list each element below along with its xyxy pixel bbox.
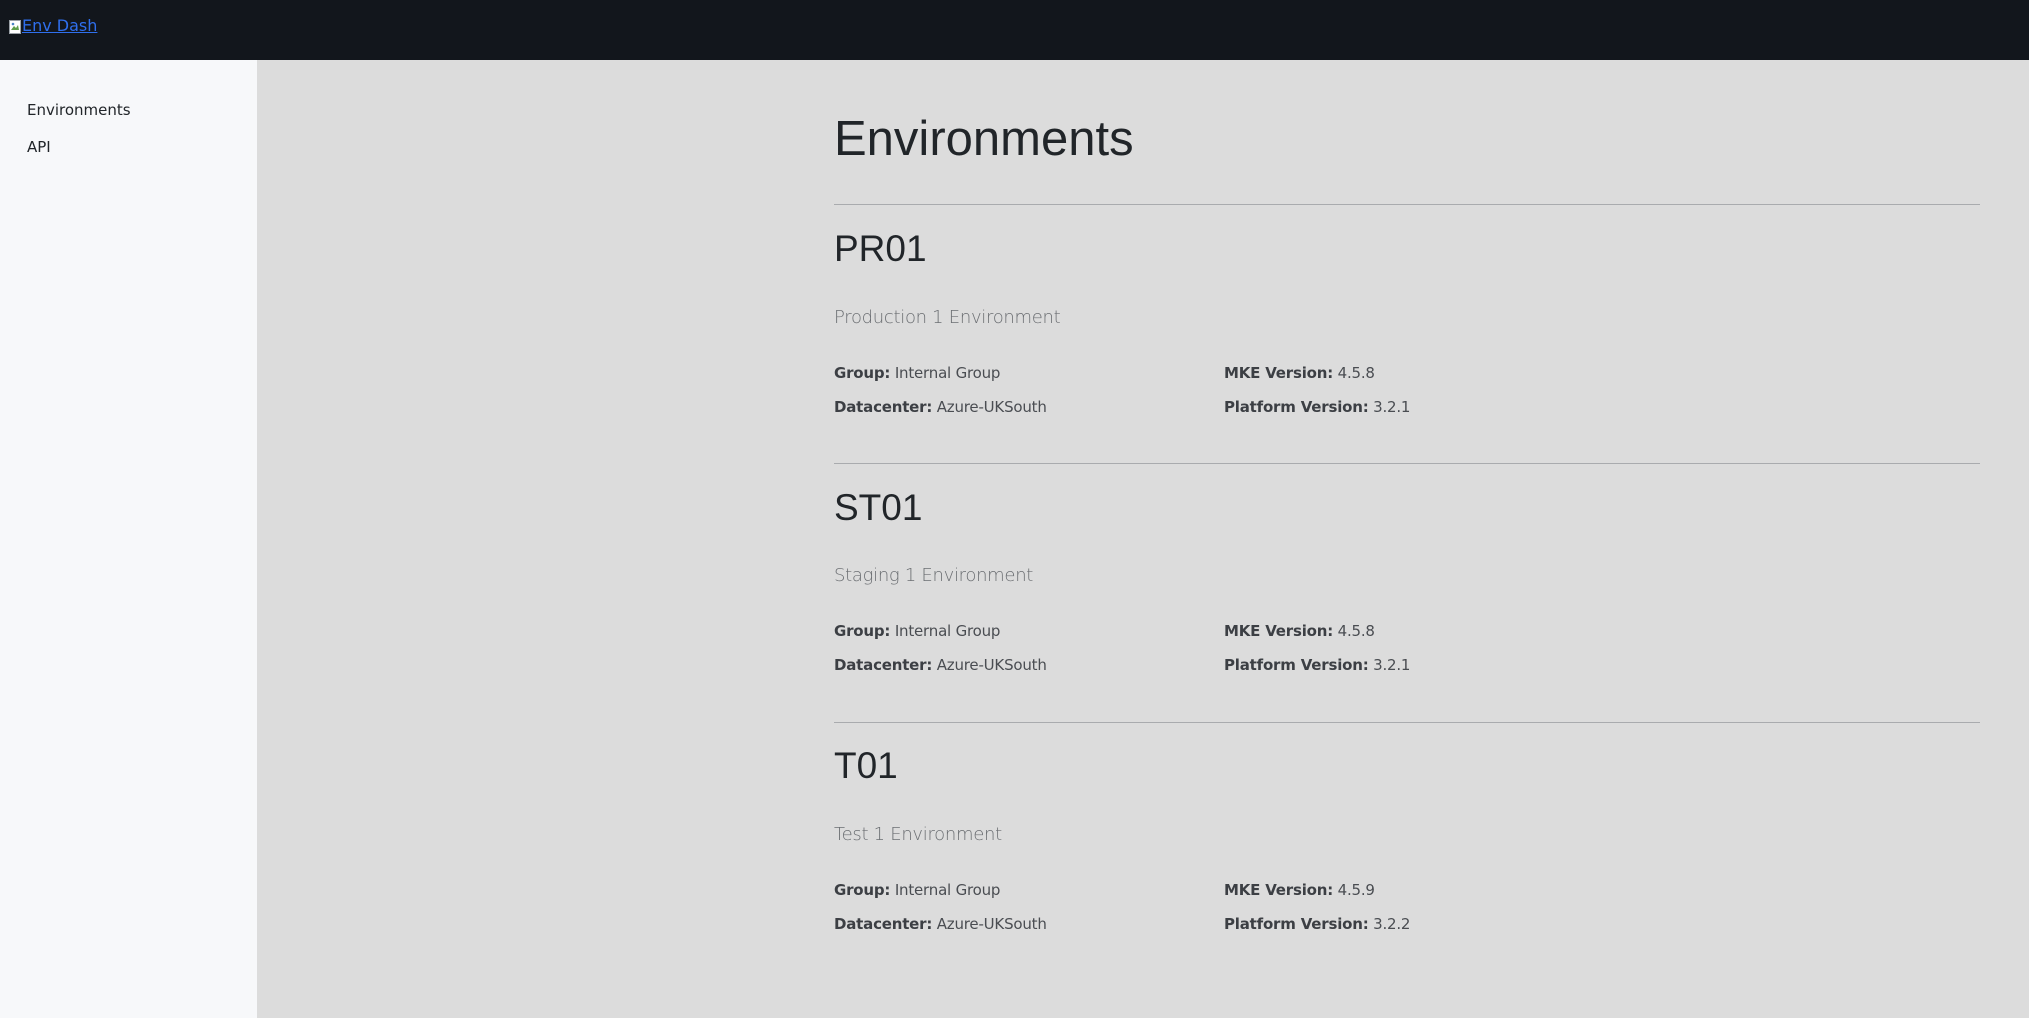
- sidebar: Environments API: [0, 60, 258, 1018]
- sidebar-item-environments[interactable]: Environments: [27, 101, 131, 119]
- brand-logo-link[interactable]: Env Dash: [9, 16, 97, 35]
- environment-description: Test 1 Environment: [834, 824, 1002, 845]
- datacenter-label: Datacenter:: [834, 915, 933, 933]
- group-value: Internal Group: [894, 881, 1001, 899]
- group-label: Group:: [834, 364, 891, 382]
- group-value: Internal Group: [894, 622, 1001, 640]
- environment-datacenter: Datacenter: Azure-UKSouth: [834, 915, 1047, 933]
- platform-version-label: Platform Version:: [1224, 398, 1369, 416]
- environment-group: Group: Internal Group: [834, 622, 1000, 640]
- environment-mke-version: MKE Version: 4.5.8: [1224, 364, 1375, 382]
- mke-version-value: 4.5.8: [1337, 622, 1375, 640]
- datacenter-label: Datacenter:: [834, 398, 933, 416]
- platform-version-value: 3.2.2: [1373, 915, 1411, 933]
- sidebar-item-api[interactable]: API: [27, 138, 51, 156]
- environment-description: Production 1 Environment: [834, 307, 1061, 328]
- environment-mke-version: MKE Version: 4.5.8: [1224, 622, 1375, 640]
- datacenter-label: Datacenter:: [834, 656, 933, 674]
- broken-image-icon: [9, 19, 21, 34]
- environment-group: Group: Internal Group: [834, 881, 1000, 899]
- brand-alt-text: Env Dash: [22, 16, 98, 35]
- divider: [834, 463, 1980, 464]
- environment-description: Staging 1 Environment: [834, 565, 1034, 586]
- divider: [834, 204, 1980, 205]
- environment-datacenter: Datacenter: Azure-UKSouth: [834, 398, 1047, 416]
- divider: [834, 722, 1980, 723]
- environment-group: Group: Internal Group: [834, 364, 1000, 382]
- group-label: Group:: [834, 622, 891, 640]
- datacenter-value: Azure-UKSouth: [936, 656, 1047, 674]
- environment-platform-version: Platform Version: 3.2.1: [1224, 398, 1410, 416]
- top-navbar: Env Dash: [0, 0, 2029, 60]
- mke-version-label: MKE Version:: [1224, 881, 1334, 899]
- environment-datacenter: Datacenter: Azure-UKSouth: [834, 656, 1047, 674]
- mke-version-value: 4.5.9: [1337, 881, 1375, 899]
- environment-name: ST01: [834, 487, 923, 528]
- datacenter-value: Azure-UKSouth: [936, 398, 1047, 416]
- group-value: Internal Group: [894, 364, 1001, 382]
- platform-version-value: 3.2.1: [1373, 656, 1411, 674]
- page-title: Environments: [834, 112, 1134, 166]
- datacenter-value: Azure-UKSouth: [936, 915, 1047, 933]
- platform-version-value: 3.2.1: [1373, 398, 1411, 416]
- mke-version-value: 4.5.8: [1337, 364, 1375, 382]
- group-label: Group:: [834, 881, 891, 899]
- environment-name: PR01: [834, 228, 927, 269]
- environment-mke-version: MKE Version: 4.5.9: [1224, 881, 1375, 899]
- environment-platform-version: Platform Version: 3.2.2: [1224, 915, 1410, 933]
- platform-version-label: Platform Version:: [1224, 656, 1369, 674]
- mke-version-label: MKE Version:: [1224, 364, 1334, 382]
- environment-name: T01: [834, 745, 898, 786]
- mke-version-label: MKE Version:: [1224, 622, 1334, 640]
- environment-platform-version: Platform Version: 3.2.1: [1224, 656, 1410, 674]
- platform-version-label: Platform Version:: [1224, 915, 1369, 933]
